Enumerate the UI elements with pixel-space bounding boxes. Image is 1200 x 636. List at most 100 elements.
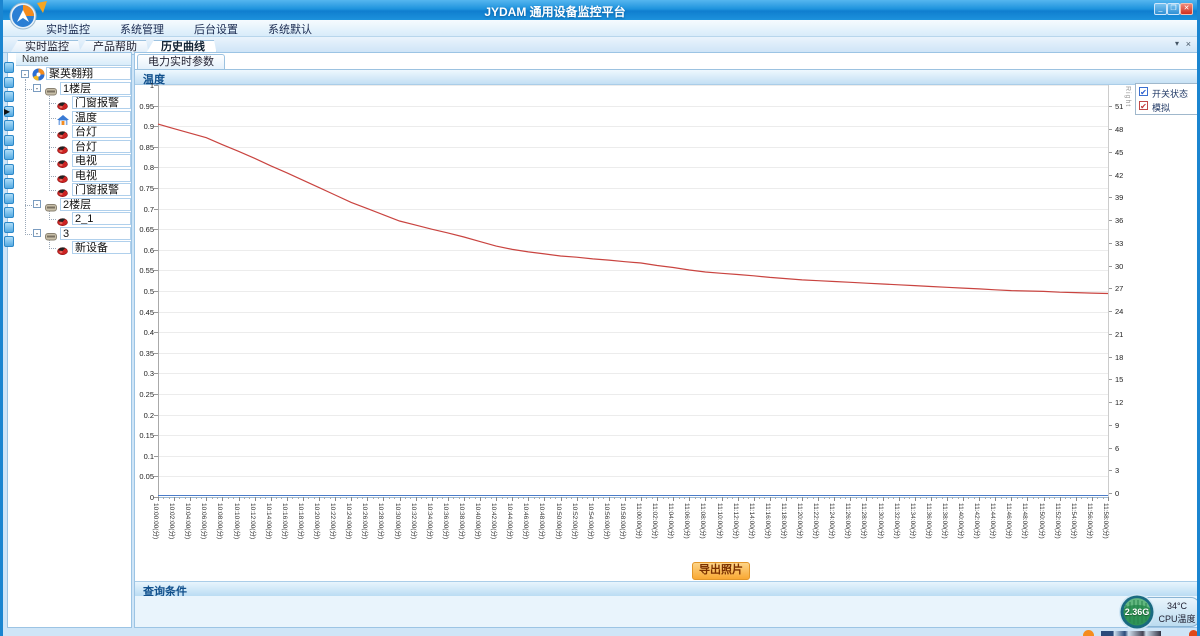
dock-strip-slot[interactable] (4, 222, 14, 233)
x-axis-minor-tick (1001, 497, 1002, 499)
x-axis-minor-tick (840, 497, 841, 499)
tree-item-label[interactable]: 门窗报警 (72, 183, 131, 196)
tree-item-label[interactable]: 台灯 (72, 125, 131, 138)
x-axis-minor-tick (968, 497, 969, 499)
x-axis-minor-tick (426, 497, 427, 499)
x-axis-minor-tick (781, 497, 782, 499)
legend-label: 模拟 (1152, 101, 1170, 114)
menu-item-系统管理[interactable]: 系统管理 (120, 21, 164, 37)
tree-item-label[interactable]: 2_1 (72, 212, 131, 225)
tree-item[interactable]: - 2楼层 (8, 198, 131, 212)
tree-item[interactable]: 2_1 (8, 212, 131, 226)
x-axis-minor-tick (169, 497, 170, 499)
x-axis-label: 11:42:00(分) (975, 503, 983, 557)
legend-checkbox[interactable]: ✔ (1139, 87, 1148, 96)
tree-expander-icon[interactable]: - (33, 229, 41, 237)
tree-item[interactable]: 门窗报警 (8, 183, 131, 197)
x-axis-minor-tick (845, 497, 846, 499)
series-line-模拟 (158, 124, 1108, 293)
tree-item[interactable]: 门窗报警 (8, 96, 131, 110)
x-axis-minor-tick (281, 497, 282, 499)
window-title: JYDAM 通用设备监控平台 (3, 3, 1107, 20)
x-axis-label: 10:26:00(分) (363, 503, 371, 557)
tree-item-label[interactable]: 门窗报警 (72, 96, 131, 109)
tree-item-label[interactable]: 台灯 (72, 140, 131, 153)
x-axis-label: 10:30:00(分) (396, 503, 404, 557)
tree-item[interactable]: 新设备 (8, 241, 131, 255)
x-axis-minor-tick (217, 497, 218, 499)
x-axis-label: 10:44:00(分) (508, 503, 516, 557)
x-axis-minor-tick (179, 497, 180, 499)
x-axis-minor-tick (904, 497, 905, 499)
x-axis-minor-tick (523, 497, 524, 499)
sidebar-panel: Name -聚英翱翔-1楼层门窗报警温度台灯台灯电视电视门窗报警-2楼层2_1-… (7, 52, 132, 628)
tree-item[interactable]: 电视 (8, 154, 131, 168)
x-axis-label: 11:52:00(分) (1056, 503, 1064, 557)
dock-strip-slot[interactable] (4, 62, 14, 73)
tree-item-label[interactable]: 1楼层 (60, 82, 131, 95)
restore-icon[interactable]: ❐ (1167, 3, 1180, 15)
x-axis-tick (158, 497, 159, 501)
y-axis-label: 0.55 (129, 266, 154, 275)
tab-power-params[interactable]: 电力实时参数 (137, 54, 225, 69)
tree-item[interactable]: 台灯 (8, 125, 131, 139)
x-axis-minor-tick (1097, 497, 1098, 499)
tab-scroll-down-icon[interactable]: ▾ (1175, 39, 1179, 48)
x-axis-tick (722, 497, 723, 501)
dock-strip-slot[interactable] (4, 77, 14, 88)
x-axis-tick (496, 497, 497, 501)
legend-checkbox[interactable]: ✔ (1139, 101, 1148, 110)
tree-expander-icon[interactable]: - (33, 200, 41, 208)
tree-item[interactable]: 台灯 (8, 140, 131, 154)
tree-item-label[interactable]: 电视 (72, 154, 131, 167)
x-axis-label: 10:42:00(分) (492, 503, 500, 557)
dock-strip-slot[interactable] (4, 149, 14, 160)
device-icon (57, 141, 70, 153)
minimize-icon[interactable]: _ (1154, 3, 1167, 15)
dock-strip-slot[interactable] (4, 135, 14, 146)
x-axis-minor-tick (378, 497, 379, 499)
tree-item[interactable]: 电视 (8, 169, 131, 183)
tab-close-icon[interactable]: × (1186, 39, 1191, 49)
device-icon (57, 242, 70, 254)
dock-strip-slot[interactable] (4, 120, 14, 131)
menu-item-实时监控[interactable]: 实时监控 (46, 21, 90, 37)
dock-strip-slot[interactable] (4, 91, 14, 102)
dock-strip-slot[interactable] (4, 236, 14, 247)
x-axis-minor-tick (888, 497, 889, 499)
tree-item-label[interactable]: 2楼层 (60, 198, 131, 211)
dock-strip-slot[interactable] (4, 193, 14, 204)
tree-item[interactable]: - 聚英翱翔 (8, 67, 131, 81)
tree-item[interactable]: - 1楼层 (8, 82, 131, 96)
menu-item-后台设置[interactable]: 后台设置 (194, 21, 238, 37)
tree-expander-icon[interactable]: - (33, 84, 41, 92)
x-axis-minor-tick (748, 497, 749, 499)
menu-item-系统默认[interactable]: 系统默认 (268, 21, 312, 37)
x-axis-minor-tick (453, 497, 454, 499)
dock-strip-slot[interactable] (4, 178, 14, 189)
dock-strip-slot[interactable] (4, 164, 14, 175)
background-fragment (1083, 630, 1094, 636)
background-fragment (1189, 630, 1198, 636)
tree-item[interactable]: 温度 (8, 111, 131, 125)
tree-item-label[interactable]: 电视 (72, 169, 131, 182)
export-photo-button[interactable]: 导出照片 (692, 562, 750, 580)
tree-item-label[interactable]: 温度 (72, 111, 131, 124)
x-axis-minor-tick (877, 497, 878, 499)
x-axis-tick (657, 497, 658, 501)
tree-item-label[interactable]: 新设备 (72, 241, 131, 254)
close-icon[interactable]: ✕ (1180, 3, 1193, 15)
x-axis-tick (480, 497, 481, 501)
x-axis-minor-tick (346, 497, 347, 499)
x-axis-minor-tick (614, 497, 615, 499)
sidebar-collapse-arrow-icon[interactable]: ▶ (4, 107, 10, 116)
x-axis-tick (802, 497, 803, 501)
tree-item[interactable]: -3 (8, 227, 131, 241)
y2-axis-line (1108, 85, 1109, 497)
dock-strip-slot[interactable] (4, 207, 14, 218)
tree-item-label[interactable]: 聚英翱翔 (46, 67, 131, 80)
tree-item-label[interactable]: 3 (60, 227, 131, 240)
tree-expander-icon[interactable]: - (21, 70, 29, 78)
x-axis-minor-tick (555, 497, 556, 499)
x-axis-tick (641, 497, 642, 501)
